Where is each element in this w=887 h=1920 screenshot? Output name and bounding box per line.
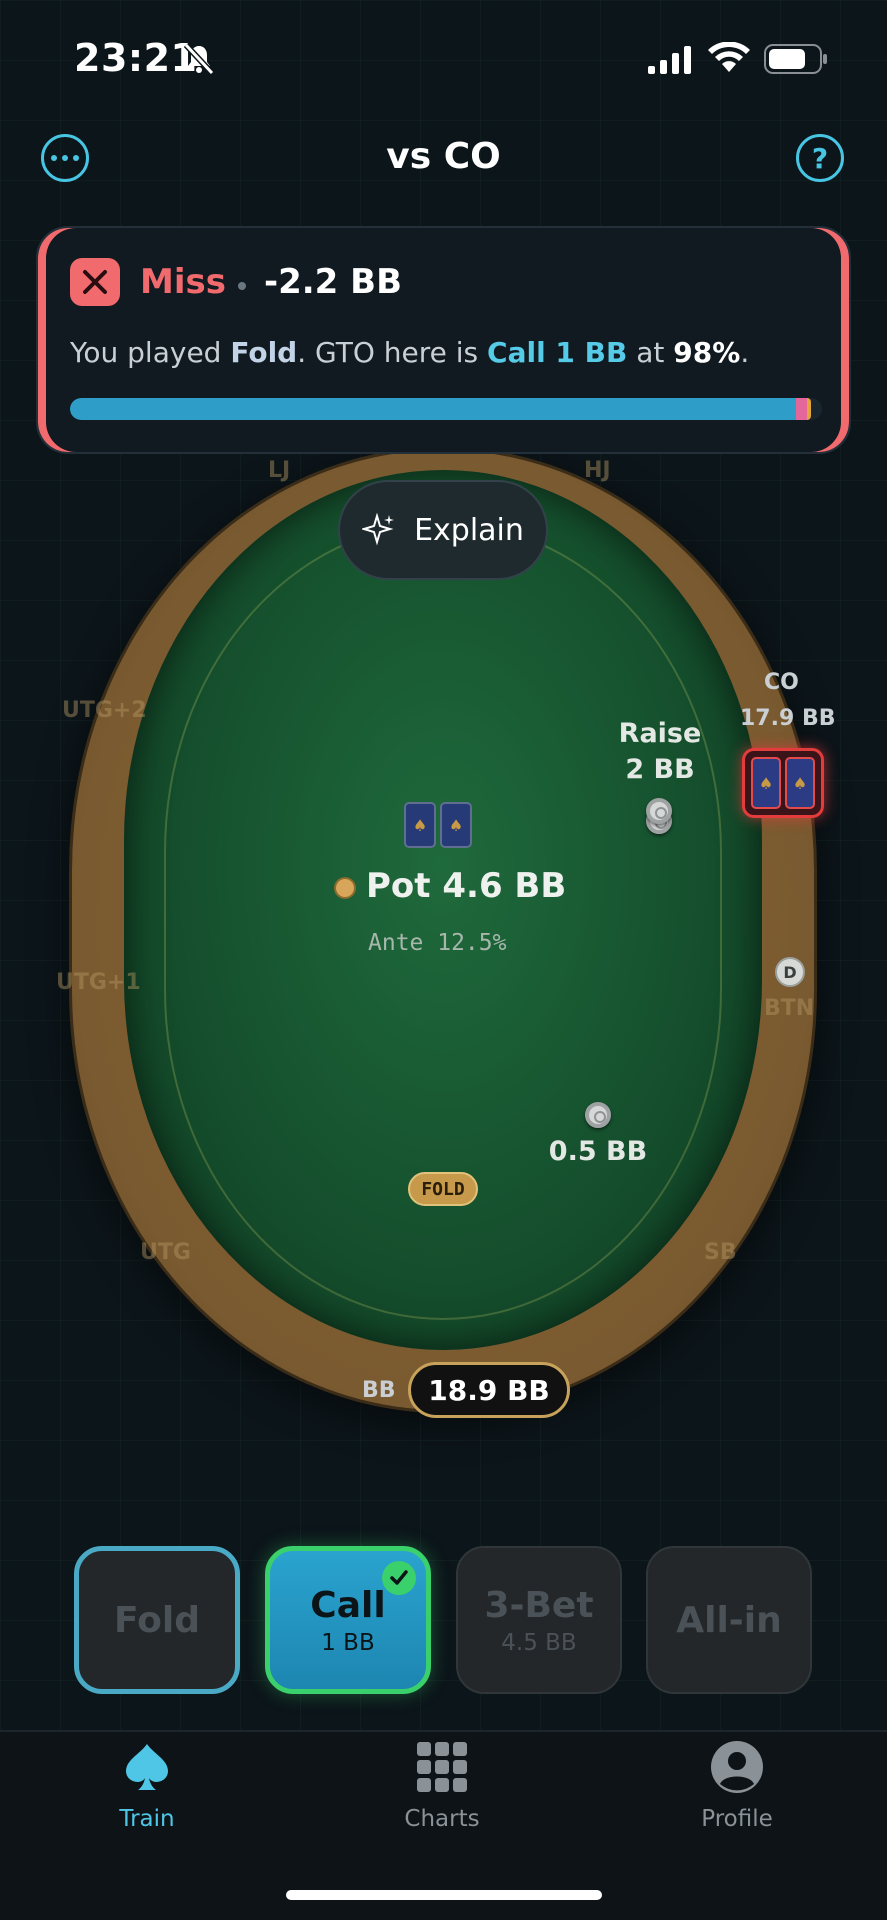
page-title: vs CO [386, 136, 501, 177]
co-hole-cards: ♠ ♠ [742, 748, 824, 818]
played-action: Fold [230, 336, 298, 369]
help-button[interactable]: ? [796, 134, 844, 182]
feedback-message: You played Fold. GTO here is Call 1 BB a… [70, 336, 749, 369]
sparkle-icon [362, 513, 395, 546]
status-bar: 23:21 [0, 0, 887, 110]
feedback-at: at [627, 336, 674, 369]
explain-label: Explain [414, 512, 524, 548]
seat-label-sb: SB [704, 1240, 737, 1265]
seat-label-utg: UTG [140, 1240, 191, 1265]
feedback-end: . [740, 336, 750, 369]
hero-stack: 18.9 BB [408, 1362, 570, 1418]
card-back: ♠ [751, 757, 781, 809]
raise-amount: 2 BB [625, 754, 695, 785]
chip-icon [646, 798, 672, 824]
call-action-button[interactable]: Call 1 BB [265, 1546, 431, 1694]
tab-charts[interactable]: Charts [342, 1740, 542, 1832]
checkmark-icon [382, 1561, 416, 1595]
seat-label-utg1: UTG+1 [56, 970, 141, 995]
grid-icon [417, 1742, 467, 1792]
feedback-mid: . GTO here is [297, 336, 488, 369]
all-in-action-button[interactable]: All-in [646, 1546, 812, 1694]
community-card-backs: ♠ ♠ [404, 802, 472, 848]
card-back: ♠ [785, 757, 815, 809]
spade-icon [126, 1744, 168, 1790]
feedback-prefix: You played [70, 336, 231, 369]
card-back: ♠ [440, 802, 472, 848]
frequency-raise-segment [795, 398, 807, 420]
ante-info: Ante 12.5% [368, 930, 507, 956]
fold-badge: FOLD [408, 1172, 478, 1206]
co-stack: 17.9 BB [740, 706, 836, 731]
frequency-call-segment [70, 398, 796, 420]
silent-bell-icon [183, 42, 215, 76]
wifi-icon [708, 42, 750, 72]
question-mark-icon: ? [811, 141, 829, 175]
ev-loss: -2.2 BB [264, 262, 403, 302]
action-sublabel: 4.5 BB [501, 1629, 577, 1656]
action-label: 3-Bet [484, 1584, 594, 1626]
three-bet-action-button[interactable]: 3-Bet 4.5 BB [456, 1546, 622, 1694]
seat-label-co: CO [764, 670, 799, 695]
pot-size: Pot 4.6 BB [366, 866, 567, 906]
separator-dot [238, 282, 246, 290]
seat-label-utg2: UTG+2 [62, 698, 147, 723]
close-x-icon [70, 258, 120, 306]
seat-label-hj: HJ [584, 458, 611, 483]
battery-icon [764, 44, 827, 74]
person-icon [711, 1741, 763, 1793]
home-indicator [286, 1890, 602, 1900]
pot-chip-icon [336, 879, 354, 897]
tab-label: Charts [404, 1806, 480, 1832]
gto-frequency: 98% [673, 336, 741, 369]
tab-profile[interactable]: Profile [637, 1740, 837, 1832]
seat-label-bb: BB [362, 1378, 396, 1403]
tab-train[interactable]: Train [47, 1740, 247, 1832]
action-label: Call [310, 1584, 386, 1626]
cellular-signal-icon [648, 46, 691, 74]
raise-label: Raise [618, 718, 702, 749]
action-label: Fold [114, 1599, 200, 1641]
explain-button[interactable]: Explain [338, 480, 548, 580]
sb-bet-amount: 0.5 BB [548, 1136, 648, 1167]
frequency-allin-segment [806, 398, 812, 420]
clock: 23:21 [74, 36, 198, 80]
frequency-bar [70, 398, 822, 420]
tab-label: Train [119, 1806, 175, 1832]
chip-icon [585, 1102, 611, 1128]
feedback-card: Miss -2.2 BB You played Fold. GTO here i… [36, 226, 851, 454]
gto-action: Call 1 BB [487, 336, 628, 369]
dealer-button: D [775, 957, 805, 987]
tab-label: Profile [701, 1806, 773, 1832]
action-label: All-in [676, 1599, 782, 1641]
action-sublabel: 1 BB [321, 1629, 375, 1656]
result-label: Miss [140, 262, 226, 302]
card-back: ♠ [404, 802, 436, 848]
seat-label-lj: LJ [268, 458, 291, 483]
fold-action-button[interactable]: Fold [74, 1546, 240, 1694]
seat-label-btn: BTN [764, 996, 815, 1021]
